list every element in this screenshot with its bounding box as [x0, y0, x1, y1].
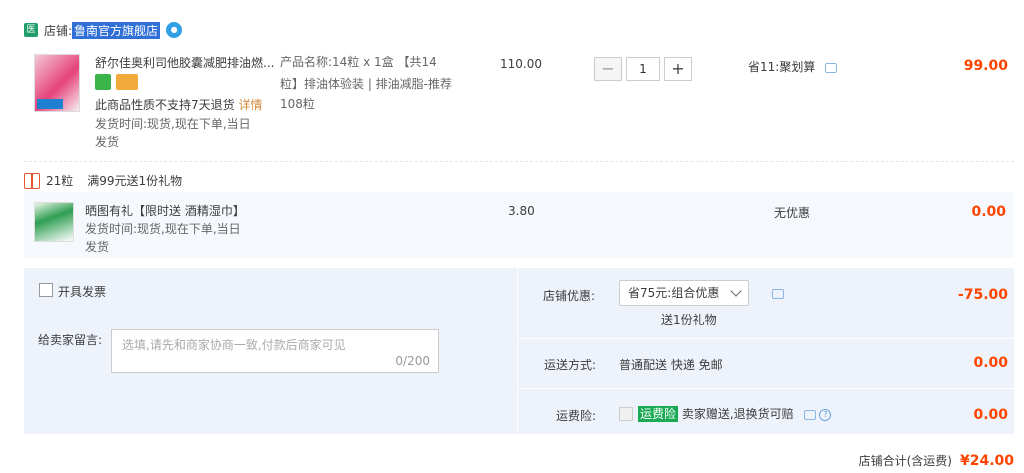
item-subtotal: 99.00	[963, 58, 1008, 74]
store-type-icon: 医	[24, 23, 38, 37]
discount-text: 省11:聚划算	[748, 60, 816, 74]
total-label: 店铺合计(含运费)	[858, 454, 952, 468]
insurance-message-icon[interactable]	[803, 409, 816, 420]
return-detail-link[interactable]: 详情	[238, 98, 262, 112]
ship-time-line1: 发货时间:现货,现在下单,当日	[95, 117, 251, 131]
shipping-amount: 0.00	[973, 355, 1008, 371]
quantity-input[interactable]: 1	[626, 57, 660, 81]
shipping-method: 普通配送 快递 免邮	[619, 358, 723, 372]
store-label: 店铺:	[44, 23, 73, 38]
invoice-checkbox[interactable]	[39, 283, 53, 297]
gift-subtotal: 0.00	[971, 204, 1006, 220]
store-discount-amount: -75.00	[957, 287, 1008, 303]
card-badge-icon	[116, 74, 138, 90]
message-input[interactable]: 选填,请先和商家协商一致,付款后商家可见 0/200	[111, 329, 439, 373]
gift-discount: 无优惠	[774, 206, 811, 220]
attr-line3: 108粒	[280, 97, 315, 111]
cart-item-1: 舒尔佳奥利司他胶囊减肥排油燃... 此商品性质不支持7天退货 详情 发货时间:现…	[24, 48, 1014, 162]
unit-price: 110.00	[500, 57, 542, 71]
gift-title[interactable]: 晒图有礼【限时送 酒精湿巾】	[85, 202, 245, 220]
attr-line2: 粒】排油体验装 | 排油减脂-推荐	[280, 77, 453, 91]
char-counter: 0/200	[395, 354, 430, 368]
total-amount: ¥24.00	[959, 452, 1014, 469]
decrease-button[interactable]: −	[594, 57, 622, 81]
gift-icon	[24, 172, 40, 189]
store-header: 医 店铺: 鲁南官方旗舰店 ●	[24, 20, 183, 40]
increase-button[interactable]: +	[664, 57, 692, 81]
help-icon[interactable]: ?	[819, 408, 832, 421]
chat-icon[interactable]: ●	[166, 22, 183, 38]
store-discount-selected: 省75元:组合优惠	[628, 286, 720, 300]
chevron-down-icon	[730, 285, 742, 297]
product-thumbnail[interactable]	[34, 54, 80, 112]
gift-unit-price: 3.80	[508, 204, 535, 218]
invoice-label: 开具发票	[58, 285, 107, 299]
product-title[interactable]: 舒尔佳奥利司他胶囊减肥排油燃...	[95, 54, 274, 72]
gift-promo-row: 21粒 满99元送1份礼物	[24, 172, 182, 189]
return-notice: 此商品性质不支持7天退货	[95, 98, 235, 112]
gift-thumbnail[interactable]	[34, 202, 74, 242]
gift-count: 21粒	[46, 174, 74, 188]
insurance-label: 运费险:	[556, 409, 597, 423]
store-discount-label: 店铺优惠:	[543, 289, 596, 303]
gift-ship-line2: 发货	[85, 240, 110, 254]
attr-line1: 产品名称:14粒 x 1盒 【共14	[280, 55, 437, 69]
cart-item-2: 晒图有礼【限时送 酒精湿巾】 发货时间:现货,现在下单,当日 发货 3.80 无…	[24, 192, 1014, 258]
message-placeholder: 选填,请先和商家协商一致,付款后商家可见	[122, 338, 346, 352]
store-name-link[interactable]: 鲁南官方旗舰店	[72, 21, 161, 39]
store-total: 店铺合计(含运费) ¥24.00	[859, 452, 1014, 469]
insurance-amount: 0.00	[973, 407, 1008, 423]
gift-text: 满99元送1份礼物	[87, 174, 183, 188]
message-label: 给卖家留言:	[38, 333, 103, 347]
insurance-checkbox[interactable]	[619, 407, 633, 421]
quantity-stepper: − 1 +	[594, 57, 692, 81]
insurance-text: 卖家赠送,退换货可赔	[681, 407, 794, 421]
store-discount-select[interactable]: 省75元:组合优惠	[619, 280, 749, 306]
ship-time-line2: 发货	[95, 135, 120, 149]
service-badge-icon	[95, 74, 111, 90]
shipping-label: 运送方式:	[544, 358, 597, 372]
store-discount-gift: 送1份礼物	[661, 313, 717, 327]
message-icon[interactable]	[825, 62, 838, 73]
gift-ship-line1: 发货时间:现货,现在下单,当日	[85, 222, 241, 236]
insurance-badge: 运费险	[638, 406, 679, 422]
discount-info-icon[interactable]	[772, 289, 784, 299]
